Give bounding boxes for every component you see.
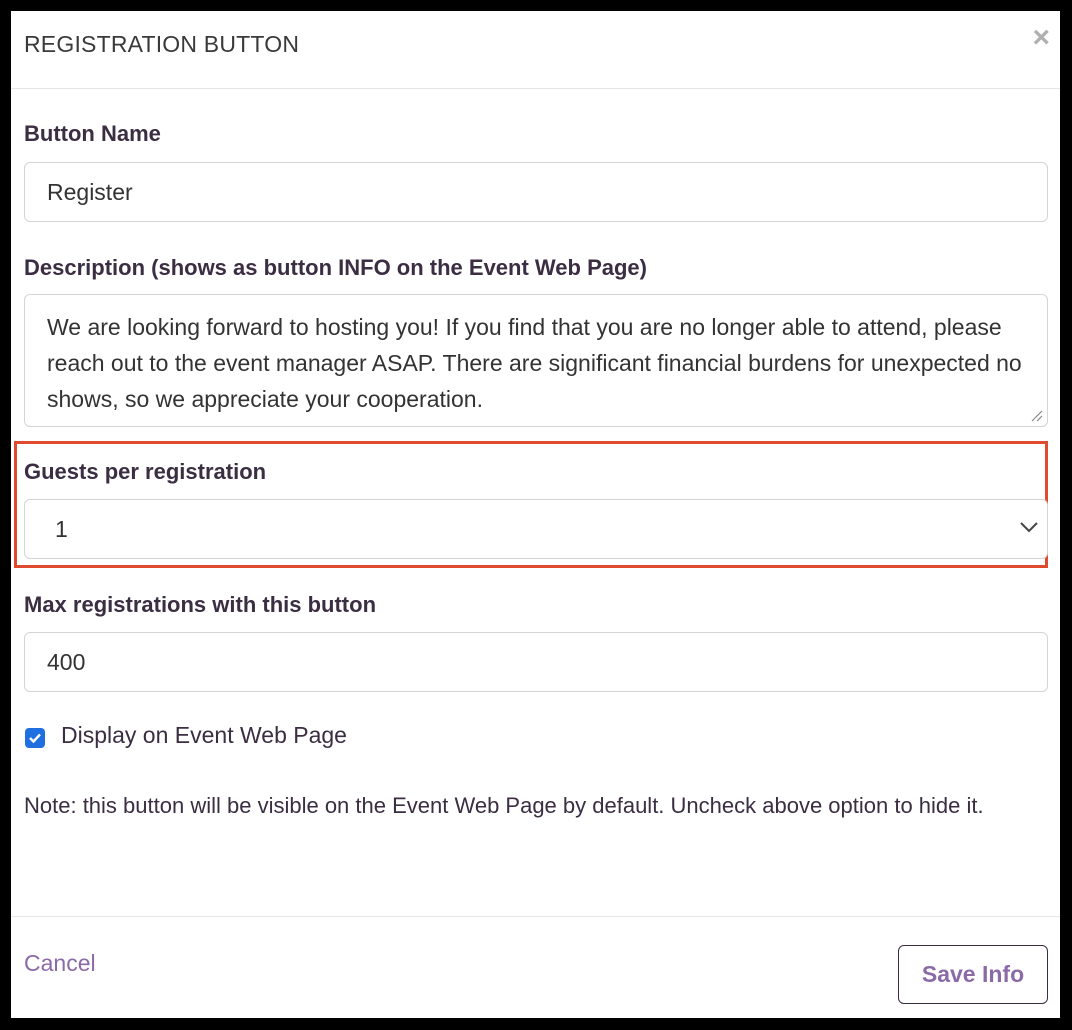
cancel-link[interactable]: Cancel: [24, 950, 96, 977]
resize-handle-icon[interactable]: [1029, 408, 1043, 422]
save-info-button[interactable]: Save Info: [898, 945, 1048, 1004]
visibility-note: Note: this button will be visible on the…: [24, 793, 984, 818]
button-name-input[interactable]: Register: [24, 162, 1048, 222]
chevron-down-icon: [1020, 522, 1038, 533]
display-checkbox-label[interactable]: Display on Event Web Page: [61, 722, 347, 749]
guests-selected-value: 1: [55, 516, 68, 542]
guests-select[interactable]: 1: [24, 499, 1048, 559]
close-icon[interactable]: ×: [1032, 23, 1050, 53]
modal-footer: Cancel Save Info: [11, 916, 1060, 1018]
button-name-label: Button Name: [24, 121, 161, 146]
guests-label: Guests per registration: [24, 459, 267, 484]
description-textarea[interactable]: We are looking forward to hosting you! I…: [24, 294, 1048, 427]
registration-button-modal: REGISTRATION BUTTON × Button Name Regist…: [11, 11, 1060, 1018]
description-text: We are looking forward to hosting you! I…: [47, 314, 1022, 412]
max-registrations-input[interactable]: 400: [24, 632, 1048, 692]
description-label: Description (shows as button INFO on the…: [24, 255, 647, 280]
max-registrations-label: Max registrations with this button: [24, 592, 377, 617]
modal-header: REGISTRATION BUTTON ×: [11, 11, 1060, 89]
modal-title: REGISTRATION BUTTON: [24, 31, 300, 57]
checkmark-icon: [29, 733, 41, 744]
display-checkbox[interactable]: [25, 728, 45, 748]
